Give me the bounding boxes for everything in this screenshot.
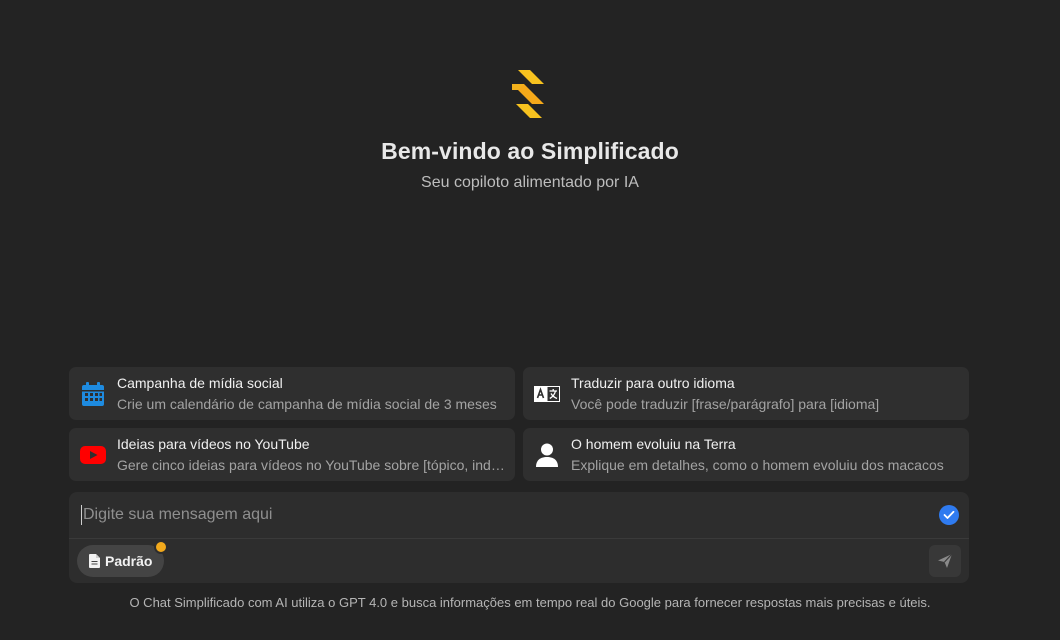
mode-label: Padrão: [105, 553, 153, 569]
card-description: Explique em detalhes, como o homem evolu…: [571, 457, 944, 473]
message-input[interactable]: [81, 505, 939, 525]
chat-home: Bem-vindo ao Simplificado Seu copiloto a…: [0, 0, 1060, 640]
status-dot: [154, 540, 169, 554]
translate-icon: [533, 380, 561, 408]
message-composer: Padrão: [69, 492, 969, 583]
calendar-icon: [79, 380, 107, 408]
welcome-title: Bem-vindo ao Simplificado: [381, 138, 679, 164]
mode-selector-button[interactable]: Padrão: [77, 540, 169, 577]
card-description: Gere cinco ideias para vídeos no YouTube…: [117, 457, 505, 473]
suggestion-card-youtube-ideas[interactable]: Ideias para vídeos no YouTube Gere cinco…: [69, 428, 515, 481]
welcome-hero: Bem-vindo ao Simplificado Seu copiloto a…: [0, 68, 1060, 192]
suggestion-card-human-evolution[interactable]: O homem evoluiu na Terra Explique em det…: [523, 428, 969, 481]
document-icon: [89, 554, 100, 568]
card-title: Ideias para vídeos no YouTube: [117, 436, 310, 452]
simplificado-logo-icon: [512, 70, 544, 118]
card-description: Crie um calendário de campanha de mídia …: [117, 396, 497, 412]
card-title: O homem evoluiu na Terra: [571, 436, 736, 452]
card-title: Traduzir para outro idioma: [571, 375, 735, 391]
person-icon: [533, 441, 561, 469]
disclaimer-text: O Chat Simplificado com AI utiliza o GPT…: [129, 595, 931, 610]
check-icon[interactable]: [939, 505, 959, 525]
send-icon: [938, 553, 953, 568]
welcome-subtitle: Seu copiloto alimentado por IA: [421, 174, 639, 191]
suggestion-cards: Campanha de mídia social Crie um calendá…: [69, 367, 969, 481]
card-title: Campanha de mídia social: [117, 375, 283, 391]
suggestion-card-translate[interactable]: Traduzir para outro idioma Você pode tra…: [523, 367, 969, 420]
send-button[interactable]: [929, 545, 961, 577]
youtube-icon: [79, 441, 107, 469]
card-description: Você pode traduzir [frase/parágrafo] par…: [571, 396, 880, 412]
suggestion-card-social-campaign[interactable]: Campanha de mídia social Crie um calendá…: [69, 367, 515, 420]
